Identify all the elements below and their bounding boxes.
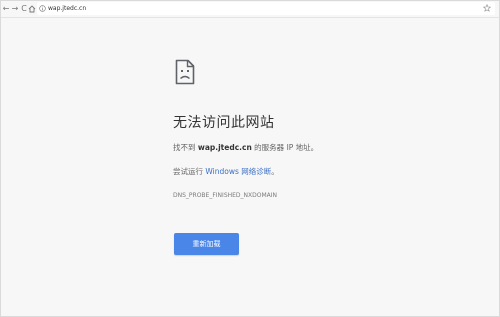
error-description-suffix: 的服务器 IP 地址。	[251, 143, 319, 152]
error-suggestion: 尝试运行 Windows 网络诊断。	[173, 166, 279, 177]
suggestion-suffix: 。	[271, 167, 279, 176]
window-border	[0, 0, 500, 317]
forward-icon: →	[11, 4, 19, 13]
address-bar[interactable]: wap.jtedc.cn	[37, 2, 495, 15]
back-icon: ←	[2, 4, 10, 13]
home-button[interactable]	[27, 3, 37, 14]
browser-toolbar: ← → C wap.jtedc.cn	[0, 0, 500, 18]
sad-page-icon	[175, 59, 195, 85]
error-description-prefix: 找不到	[173, 143, 198, 152]
browser-window: ← → C wap.jtedc.cn 无法访问此网站 找不到 wap.jtedc…	[0, 0, 500, 317]
suggestion-prefix: 尝试运行	[173, 167, 206, 176]
error-code: DNS_PROBE_FINISHED_NXDOMAIN	[173, 192, 278, 199]
address-text: wap.jtedc.cn	[48, 5, 87, 12]
error-title: 无法访问此网站	[173, 115, 275, 131]
error-description: 找不到 wap.jtedc.cn 的服务器 IP 地址。	[173, 142, 318, 153]
info-icon[interactable]	[39, 5, 46, 12]
reload-button[interactable]: 重新加载	[174, 233, 239, 255]
error-host: wap.jtedc.cn	[197, 143, 252, 152]
star-icon[interactable]	[483, 4, 491, 12]
network-diagnostics-link[interactable]: Windows 网络诊断	[205, 167, 271, 176]
home-icon	[28, 4, 36, 12]
reload-icon: C	[21, 4, 27, 13]
